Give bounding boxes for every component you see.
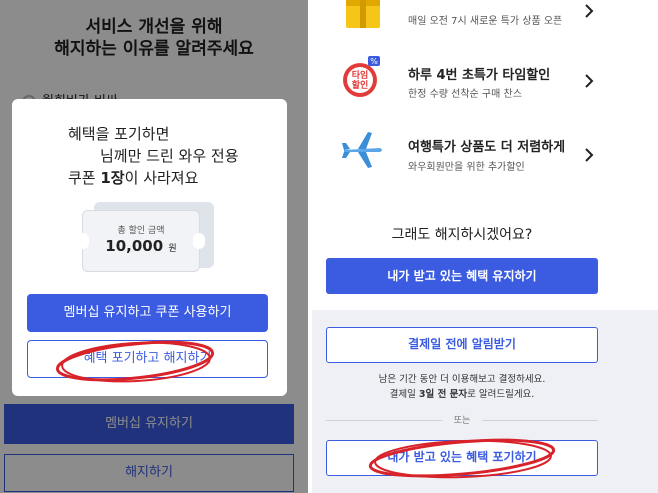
svg-text:타임: 타임 [352, 69, 369, 81]
give-up-benefits-button[interactable]: 내가 받고 있는 혜택 포기하기 [326, 440, 598, 476]
modal-text-line3: 쿠폰 1장이 사라져요 [68, 169, 199, 187]
svg-text:할인: 할인 [352, 79, 369, 91]
benefit-desc: 한정 수량 선착순 구매 찬스 [408, 89, 522, 100]
benefit-title: 하루 4번 초특가 타임할인 [408, 68, 551, 83]
time-sale-clock-icon: % 타임 할인 [343, 56, 380, 97]
gift-box-icon [346, 0, 380, 28]
benefit-desc: 와우회원만을 위한 추가할인 [408, 162, 525, 173]
or-label: 또는 [453, 416, 471, 426]
info-text-line2: 결제일 3일 전 문자로 알려드릴게요. [389, 389, 535, 400]
info-highlight: 3일 전 문자 [418, 389, 468, 400]
confirm-question: 그래도 해지하시겠어요? [391, 227, 533, 243]
coupon-card: 총 할인 금액 10,000 원 [77, 210, 205, 272]
keep-and-use-coupon-button[interactable]: 멤버십 유지하고 쿠폰 사용하기 [27, 294, 268, 332]
modal-text-line2: 님께만 드린 와우 전용 [100, 147, 239, 165]
airplane-icon [342, 132, 382, 168]
chevron-right-icon [585, 148, 594, 162]
notify-before-payment-button[interactable]: 결제일 전에 알림받기 [326, 327, 598, 363]
benefit-item-travel[interactable]: 여행특가 상품도 더 저렴하게 와우회원만을 위한 추가할인 [312, 124, 658, 184]
coupon-amount: 10,000 원 [105, 237, 177, 255]
coupon-count: 1장 [100, 169, 125, 187]
chevron-right-icon [585, 4, 594, 18]
benefit-desc: 매일 오전 7시 새로운 특가 상품 오픈 [408, 16, 563, 27]
give-up-benefit-button[interactable]: 혜택 포기하고 해지하기 [27, 340, 268, 378]
benefit-item-daily-deal[interactable]: 매일 오전 7시 새로운 특가 상품 오픈 [312, 0, 658, 46]
modal-text-line1: 혜택을 포기하면 [68, 125, 170, 143]
keep-benefits-button[interactable]: 내가 받고 있는 혜택 유지하기 [326, 258, 598, 294]
info-text-line1: 남은 기간 동안 더 이용해보고 결정하세요. [378, 374, 546, 385]
coupon-label: 총 할인 금액 [117, 226, 165, 236]
benefits-screen: 매일 오전 7시 새로운 특가 상품 오픈 % 타임 할인 하루 4번 초특가 … [312, 0, 658, 493]
svg-text:%: % [370, 57, 378, 66]
benefit-title: 여행특가 상품도 더 저렴하게 [408, 140, 566, 155]
chevron-right-icon [585, 74, 594, 88]
benefit-item-time-sale[interactable]: % 타임 할인 하루 4번 초특가 타임할인 한정 수량 선착순 구매 찬스 [312, 52, 658, 112]
cancel-reason-screen: 서비스 개선을 위해 해지하는 이유를 알려주세요 월회비가 비싸 멤버십 유지… [0, 0, 308, 493]
